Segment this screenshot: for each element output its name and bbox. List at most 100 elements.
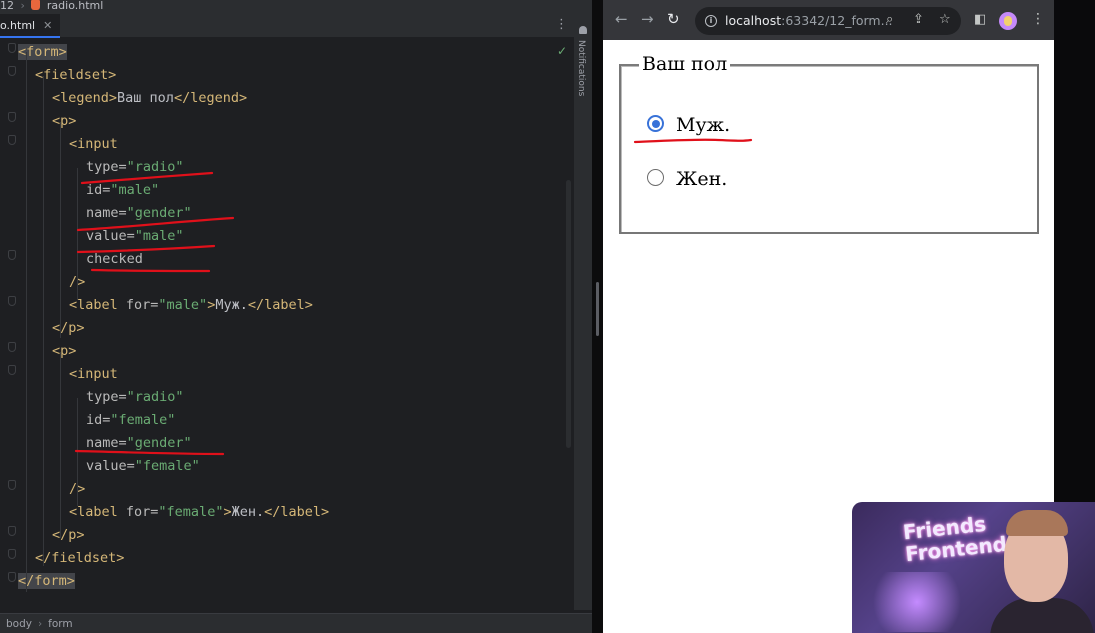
- code-line[interactable]: value="female": [86, 455, 200, 478]
- url-rest: :63342/12_form...: [781, 13, 893, 28]
- code-token: name=: [86, 435, 127, 451]
- breadcrumb-file[interactable]: radio.html: [47, 0, 103, 12]
- code-token: "male": [158, 297, 208, 313]
- indent-guide: [77, 168, 78, 300]
- more-vertical-icon[interactable]: ⋮: [555, 18, 568, 32]
- browser-toolbar: ← → ↻ i localhost:63342/12_form... ⌕ ⇪ ☆…: [603, 0, 1054, 40]
- back-arrow-icon[interactable]: ←: [615, 11, 628, 27]
- code-token: "female": [110, 412, 176, 428]
- zoom-icon[interactable]: ⌕: [886, 12, 893, 27]
- fold-marker-icon[interactable]: [8, 112, 16, 122]
- code-token: </label>: [247, 297, 313, 313]
- code-line[interactable]: <label for="male">Муж.</label>: [69, 294, 313, 317]
- code-line[interactable]: </p>: [52, 317, 85, 340]
- side-panel-icon[interactable]: ◧: [974, 12, 986, 27]
- divider-handle[interactable]: [596, 282, 599, 336]
- code-token: value=: [86, 228, 135, 244]
- notifications-sidebar: Notifications: [574, 14, 592, 610]
- code-line[interactable]: checked: [86, 248, 143, 271]
- presenter-hair: [1006, 510, 1068, 536]
- inspection-ok-icon[interactable]: ✓: [557, 44, 567, 58]
- fold-marker-icon[interactable]: [8, 365, 16, 375]
- code-token: "radio": [126, 389, 184, 405]
- fold-marker-icon[interactable]: [8, 250, 16, 260]
- label-female[interactable]: Жен.: [676, 166, 727, 192]
- fold-marker-icon[interactable]: [8, 296, 16, 306]
- code-token: type=: [86, 159, 127, 175]
- code-token: "gender": [126, 205, 192, 221]
- code-token: <p>: [52, 343, 77, 359]
- fold-marker-icon[interactable]: [8, 549, 16, 559]
- code-token: <input: [69, 366, 118, 382]
- neon-glow: [862, 572, 972, 632]
- fold-marker-icon[interactable]: [8, 480, 16, 490]
- bell-icon[interactable]: [579, 26, 587, 34]
- close-icon[interactable]: ✕: [43, 19, 52, 32]
- reload-icon[interactable]: ↻: [667, 11, 680, 27]
- code-line[interactable]: id="male": [86, 179, 159, 202]
- bookmark-star-icon[interactable]: ☆: [939, 12, 951, 27]
- code-line[interactable]: name="gender": [86, 202, 192, 225]
- code-line[interactable]: <label for="female">Жен.</label>: [69, 501, 329, 524]
- code-line[interactable]: </fieldset>: [35, 547, 124, 570]
- indent-guide: [26, 52, 27, 592]
- code-token: </legend>: [173, 90, 248, 106]
- indent-guide: [60, 122, 61, 338]
- code-token: id=: [86, 182, 111, 198]
- label-male[interactable]: Муж.: [676, 112, 730, 138]
- fold-marker-icon[interactable]: [8, 342, 16, 352]
- code-line[interactable]: <p>: [52, 340, 76, 363]
- tab-radio-html[interactable]: o.html ✕: [0, 14, 61, 38]
- share-icon[interactable]: ⇪: [913, 12, 924, 27]
- code-token: <legend>: [52, 90, 118, 106]
- code-line[interactable]: type="radio": [86, 156, 184, 179]
- fold-marker-icon[interactable]: [8, 526, 16, 536]
- status-crumb-body[interactable]: body: [6, 618, 32, 630]
- code-token: Жен.: [231, 504, 265, 520]
- code-token: "female": [158, 504, 224, 520]
- code-line[interactable]: value="male": [86, 225, 184, 248]
- code-line[interactable]: </p>: [52, 524, 85, 547]
- code-token: </p>: [52, 320, 85, 336]
- profile-avatar[interactable]: [999, 12, 1017, 30]
- notifications-tool-label[interactable]: Notifications: [576, 40, 586, 96]
- code-token: "female": [134, 458, 200, 474]
- code-token: Ваш пол: [117, 90, 174, 106]
- chevron-right-icon: ›: [37, 618, 43, 630]
- fold-marker-icon[interactable]: [8, 66, 16, 76]
- code-area[interactable]: <form> <fieldset> <legend>Ваш пол</legend>…: [0, 38, 574, 610]
- code-line[interactable]: <legend>Ваш пол</legend>: [52, 87, 247, 110]
- code-token: </p>: [52, 527, 85, 543]
- code-line[interactable]: id="female": [86, 409, 175, 432]
- code-line[interactable]: <input: [69, 133, 118, 156]
- code-token: for=: [125, 504, 159, 520]
- editor-scrollbar[interactable]: [566, 180, 571, 448]
- code-token: type=: [86, 389, 127, 405]
- forward-arrow-icon[interactable]: →: [641, 11, 654, 27]
- radio-female[interactable]: [647, 169, 664, 186]
- indent-guide: [77, 398, 78, 506]
- code-token: "male": [134, 228, 184, 244]
- code-token: <p>: [52, 113, 77, 129]
- split-divider[interactable]: [592, 0, 603, 633]
- neon-sign: Friends Frontend: [901, 511, 1009, 567]
- code-line[interactable]: <fieldset>: [35, 64, 116, 87]
- code-line[interactable]: name="gender": [86, 432, 192, 455]
- status-crumb-form[interactable]: form: [48, 618, 72, 630]
- code-token: <label: [69, 504, 126, 520]
- more-vertical-icon[interactable]: ⋮: [1031, 11, 1045, 27]
- info-icon[interactable]: i: [705, 15, 717, 27]
- code-token: for=: [125, 297, 159, 313]
- code-token: >: [223, 504, 232, 520]
- fold-marker-icon[interactable]: [8, 572, 16, 582]
- code-line[interactable]: <p>: [52, 110, 76, 133]
- code-token: name=: [86, 205, 127, 221]
- webcam-overlay: Friends Frontend: [852, 502, 1095, 633]
- breadcrumb-project[interactable]: 12: [0, 0, 14, 12]
- fold-marker-icon[interactable]: [8, 135, 16, 145]
- code-token: Муж.: [215, 297, 248, 313]
- fold-marker-icon[interactable]: [8, 43, 16, 53]
- code-line[interactable]: <input: [69, 363, 118, 386]
- code-line[interactable]: type="radio": [86, 386, 184, 409]
- radio-male[interactable]: [647, 115, 664, 132]
